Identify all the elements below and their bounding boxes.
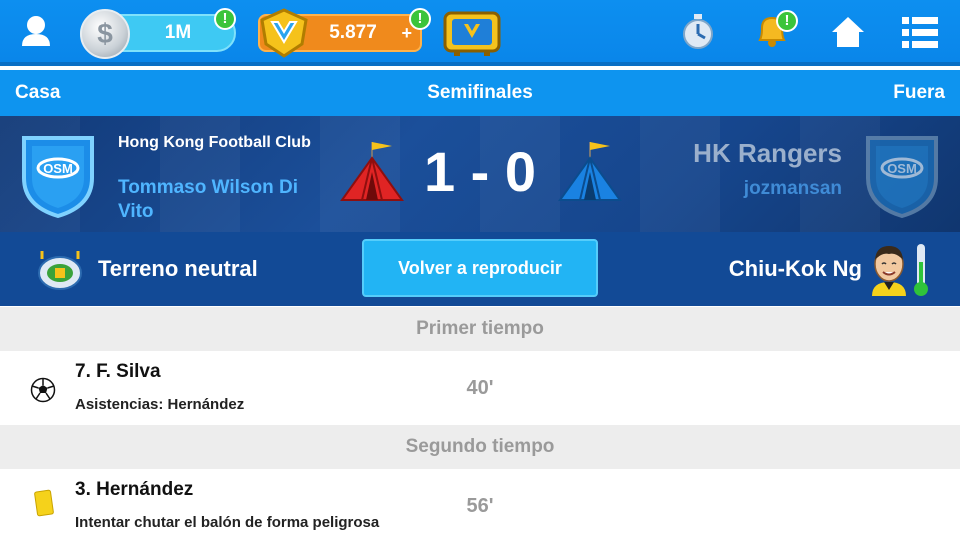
coins-counter[interactable]: $ 1M <box>80 9 236 59</box>
stadium-icon <box>38 251 82 290</box>
event-minute: 56' <box>466 495 494 517</box>
boss-coins-alert-badge: ! <box>409 8 431 30</box>
home-tent-icon <box>340 142 404 201</box>
event-player: 3. Hernández <box>75 479 194 500</box>
replay-button[interactable]: Volver a reproducir <box>362 239 598 297</box>
coins-value: 1M <box>164 22 192 43</box>
silver-coin-icon: $ <box>80 9 130 59</box>
home-club-name[interactable]: Hong Kong Football Club <box>118 134 311 152</box>
boss-coin-icon <box>260 8 308 58</box>
away-tent-icon <box>558 142 622 201</box>
menu-icon[interactable] <box>900 12 940 52</box>
event-detail: Intentar chutar el balón de forma peligr… <box>75 514 380 531</box>
thermometer-icon <box>914 244 928 296</box>
event-detail: Asistencias: Hernández <box>75 396 245 413</box>
round-label: Semifinales <box>427 82 533 103</box>
referee-name: Chiu-Kok Ng <box>728 256 862 281</box>
event-row[interactable]: 3. Hernández Intentar chutar el balón de… <box>0 469 960 540</box>
home-manager-name[interactable]: Tommaso Wilson Di Vito <box>118 176 328 224</box>
referee-avatar-icon <box>872 246 906 296</box>
event-minute: 40' <box>466 377 494 399</box>
away-club-name[interactable]: HK Rangers <box>693 138 842 169</box>
boss-coins-value: 5.877 <box>329 22 377 43</box>
home-team-shield-icon[interactable]: OSM <box>18 128 98 218</box>
home-icon[interactable] <box>828 12 868 52</box>
match-labels-row: Casa Semifinales Fuera <box>0 70 960 116</box>
match-info-bar: Terreno neutral Volver a reproducir Chiu… <box>0 232 960 306</box>
away-label: Fuera <box>893 82 945 103</box>
first-half-header: Primer tiempo <box>0 307 960 351</box>
stopwatch-icon[interactable] <box>678 12 718 52</box>
coins-alert-badge: ! <box>214 8 236 30</box>
event-player: 7. F. Silva <box>75 361 161 382</box>
away-team-shield-icon[interactable]: OSM <box>862 128 942 218</box>
ground-label: Terreno neutral <box>98 256 258 281</box>
scoreboard: OSM Hong Kong Football Club Tommaso Wils… <box>0 116 960 232</box>
away-manager-name[interactable]: jozmansan <box>744 178 842 200</box>
svg-text:OSM: OSM <box>43 161 73 176</box>
tv-icon[interactable] <box>442 10 502 58</box>
second-half-header: Segundo tiempo <box>0 425 960 469</box>
soccer-ball-icon <box>30 377 56 403</box>
svg-text:OSM: OSM <box>887 161 917 176</box>
top-bar: $ 1M ! 5.877 + ! ! <box>0 0 960 66</box>
yellow-card-icon <box>34 489 54 517</box>
notifications-alert-badge: ! <box>776 10 798 32</box>
user-profile-icon[interactable] <box>16 12 56 52</box>
event-row[interactable]: 7. F. Silva Asistencias: Hernández 40' <box>0 351 960 425</box>
match-score: 1 - 0 <box>423 140 537 203</box>
